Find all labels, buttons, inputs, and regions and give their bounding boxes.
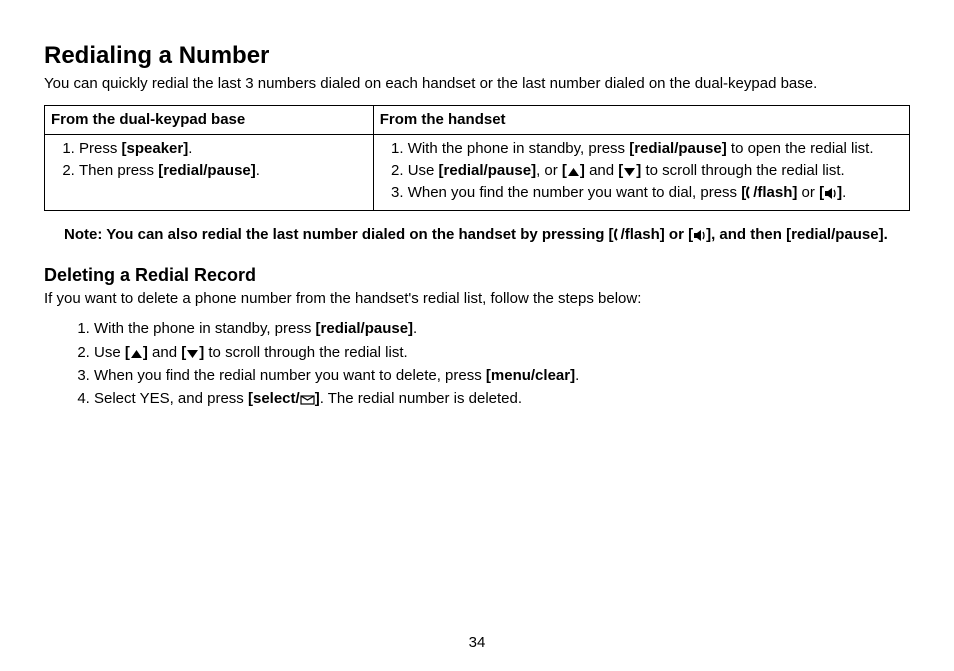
- triangle-down-icon: [186, 349, 199, 359]
- speaker-icon: [693, 230, 706, 241]
- list-item: When you find the number you want to dia…: [408, 183, 903, 203]
- page-number: 34: [0, 633, 954, 653]
- triangle-up-icon: [567, 167, 580, 177]
- list-item: Press [speaker].: [79, 139, 367, 159]
- table-cell-base: Press [speaker]. Then press [redial/paus…: [45, 134, 374, 210]
- list-item: With the phone in standby, press [redial…: [94, 319, 910, 339]
- envelope-icon: [300, 395, 315, 405]
- table-row: Press [speaker]. Then press [redial/paus…: [45, 134, 910, 210]
- page-title: Redialing a Number: [44, 40, 910, 72]
- table-header-handset: From the handset: [373, 105, 909, 134]
- table-header-base: From the dual-keypad base: [45, 105, 374, 134]
- table-cell-handset: With the phone in standby, press [redial…: [373, 134, 909, 210]
- delete-steps: With the phone in standby, press [redial…: [44, 319, 910, 409]
- intro-text: You can quickly redial the last 3 number…: [44, 74, 910, 94]
- delete-intro: If you want to delete a phone number fro…: [44, 289, 910, 309]
- triangle-down-icon: [623, 167, 636, 177]
- section-title-delete: Deleting a Redial Record: [44, 263, 910, 287]
- list-item: When you find the redial number you want…: [94, 366, 910, 386]
- talk-icon: [614, 228, 621, 241]
- list-item: Use [] and [] to scroll through the redi…: [94, 343, 910, 363]
- note-text: Note: You can also redial the last numbe…: [64, 225, 890, 245]
- speaker-icon: [824, 188, 837, 199]
- list-item: Then press [redial/pause].: [79, 161, 367, 181]
- triangle-up-icon: [130, 349, 143, 359]
- list-item: Use [redial/pause], or [] and [] to scro…: [408, 161, 903, 181]
- instructions-table: From the dual-keypad base From the hands…: [44, 105, 910, 211]
- list-item: With the phone in standby, press [redial…: [408, 139, 903, 159]
- list-item: Select YES, and press [select/]. The red…: [94, 389, 910, 409]
